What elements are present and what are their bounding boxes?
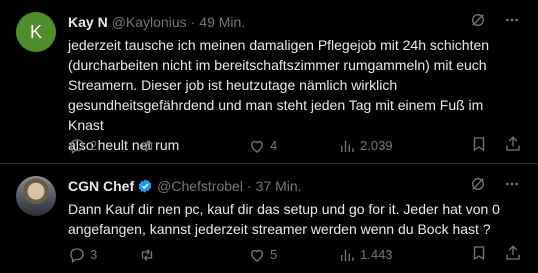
- grok-icon[interactable]: [470, 12, 486, 33]
- like-count: 5: [270, 247, 278, 262]
- views-button[interactable]: 2.039: [338, 137, 448, 155]
- retweet-button[interactable]: [138, 137, 248, 155]
- bookmark-icon[interactable]: [470, 244, 488, 265]
- separator-dot: ·: [190, 14, 196, 30]
- views-button[interactable]: 1.443: [338, 246, 448, 264]
- separator-dot: ·: [246, 178, 252, 194]
- avatar-letter: K: [29, 21, 42, 42]
- author-handle[interactable]: @Chefstrobel: [157, 176, 243, 196]
- views-icon: [338, 246, 356, 264]
- like-count: 4: [270, 138, 278, 153]
- timestamp[interactable]: 37 Min.: [256, 176, 302, 196]
- author-name[interactable]: CGN Chef: [68, 176, 134, 196]
- share-icon[interactable]: [504, 244, 522, 265]
- verified-badge-icon: [137, 178, 153, 194]
- more-icon[interactable]: [504, 176, 520, 197]
- tweet[interactable]: CGN Chef @Chefstrobel · 37 Min. Dann Kau…: [0, 164, 538, 273]
- reply-button[interactable]: 3: [68, 246, 138, 264]
- share-icon[interactable]: [504, 135, 522, 156]
- bookmark-icon[interactable]: [470, 135, 488, 156]
- reply-count: 3: [90, 247, 98, 262]
- retweet-icon: [138, 137, 156, 155]
- like-button[interactable]: 5: [248, 246, 338, 264]
- timestamp[interactable]: 49 Min.: [199, 12, 245, 32]
- reply-button[interactable]: 2: [68, 137, 138, 155]
- reply-icon: [68, 246, 86, 264]
- avatar[interactable]: K: [16, 12, 56, 52]
- avatar[interactable]: [16, 176, 56, 216]
- reply-icon: [68, 137, 86, 155]
- retweet-button[interactable]: [138, 246, 248, 264]
- like-icon: [248, 246, 266, 264]
- like-icon: [248, 137, 266, 155]
- views-icon: [338, 137, 356, 155]
- views-count: 2.039: [360, 138, 393, 153]
- more-icon[interactable]: [504, 12, 520, 33]
- reply-count: 2: [90, 138, 98, 153]
- author-handle[interactable]: @Kaylonius: [112, 12, 187, 32]
- views-count: 1.443: [360, 247, 393, 262]
- retweet-icon: [138, 246, 156, 264]
- tweet[interactable]: K Kay N @Kaylonius · 49 Min. jederzeit t…: [0, 0, 538, 164]
- author-name[interactable]: Kay N: [68, 12, 108, 32]
- like-button[interactable]: 4: [248, 137, 338, 155]
- grok-icon[interactable]: [470, 176, 486, 197]
- tweet-text: Dann Kauf dir nen pc, kauf dir das setup…: [68, 201, 500, 237]
